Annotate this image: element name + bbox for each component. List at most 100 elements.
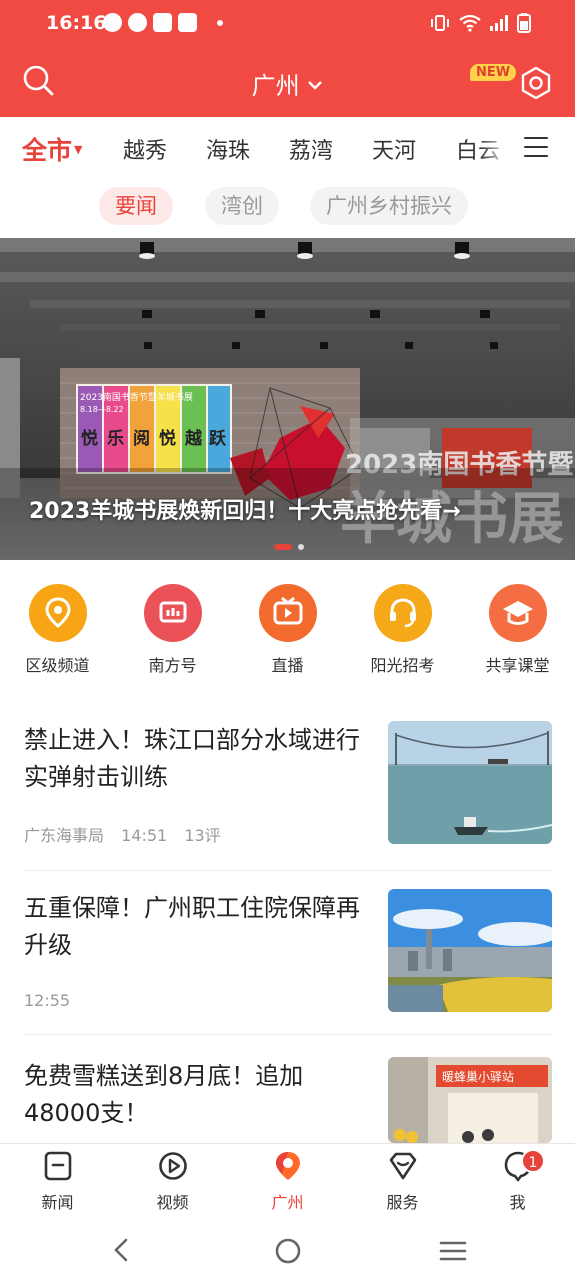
- mail-icon: [178, 13, 197, 32]
- carousel-dot-active: [274, 544, 292, 550]
- app-notice-icon: [128, 13, 147, 32]
- carousel-dots: [274, 544, 304, 550]
- mail-icon: [153, 13, 172, 32]
- news-item[interactable]: 禁止进入！珠江口部分水域进行实弹射击训练 广东海事局 14:51 13评: [24, 700, 552, 866]
- home-icon[interactable]: [274, 1237, 302, 1265]
- caret-down-icon: ▼: [74, 143, 83, 156]
- chart-card-icon: [143, 584, 202, 642]
- nav-label: 服务: [386, 1193, 419, 1212]
- tab-tianhe[interactable]: 天河: [372, 133, 416, 165]
- news-thumbnail: [388, 721, 552, 844]
- banner-caption: 2023羊城书展焕新回归！十大亮点抢先看→: [29, 499, 461, 524]
- entry-district-channel[interactable]: 区级频道: [0, 584, 115, 676]
- divider: [24, 1034, 552, 1035]
- recents-icon[interactable]: [439, 1240, 467, 1262]
- headline-banner[interactable]: 2023南国书香节暨 羊城书展 2023南国书香节暨羊城书展 8.18—8.22…: [0, 238, 575, 560]
- message-icon: [103, 13, 122, 32]
- poster-slogan-char: 跃: [209, 429, 227, 449]
- tab-haizhu[interactable]: 海珠: [206, 133, 250, 165]
- nav-label: 我: [509, 1193, 526, 1212]
- entry-sunshine-exam[interactable]: 阳光招考: [345, 584, 460, 676]
- entry-shared-classroom[interactable]: 共享课堂: [460, 584, 575, 676]
- quick-entries: 区级频道 南方号 直播 阳光招考 共享课堂: [0, 584, 575, 684]
- subtag-rural-revitalization[interactable]: 广州乡村振兴: [310, 187, 468, 225]
- news-item[interactable]: 五重保障！广州职工住院保障再升级 12:55: [24, 868, 552, 1034]
- poster-slogan-char: 乐: [107, 429, 124, 449]
- nav-services[interactable]: 服务: [345, 1150, 460, 1213]
- poster-slogan-char: 越: [184, 428, 203, 449]
- shop-sign-text: 暖蜂巢小驿站: [442, 1070, 514, 1084]
- system-nav: [0, 1213, 575, 1280]
- chevron-down-icon: [308, 81, 323, 90]
- system-icons: [429, 13, 531, 33]
- location-pin-icon: [28, 584, 87, 642]
- nav-label: 广州: [271, 1193, 304, 1212]
- new-badge: NEW: [470, 64, 517, 81]
- city-selector-button[interactable]: 广州: [252, 72, 324, 100]
- bottom-nav: 新闻 视频 广州 服务 我: [0, 1143, 575, 1213]
- status-bar: 16:16: [0, 0, 575, 46]
- wifi-icon: [459, 14, 481, 32]
- services-icon: [389, 1152, 416, 1180]
- location-pin-icon: [275, 1152, 300, 1180]
- vibrate-icon: [431, 15, 449, 31]
- poster-slogan-char: 悦: [159, 428, 176, 449]
- sub-tags: 要闻 湾创 广州乡村振兴: [0, 182, 575, 232]
- signal-icon: [490, 15, 508, 31]
- notification-badge: 1: [521, 1149, 545, 1173]
- more-dot-icon: [217, 19, 223, 26]
- carousel-dot: [298, 544, 304, 550]
- menu-icon[interactable]: [524, 137, 548, 159]
- news-meta: 12:55: [24, 991, 82, 1010]
- news-source: 广东海事局: [24, 826, 105, 845]
- entry-label: 直播: [271, 656, 304, 675]
- poster-dates: 8.18—8.22: [80, 405, 124, 414]
- tab-all-city[interactable]: 全市 ▼: [22, 131, 82, 167]
- tab-label: 全市: [22, 136, 73, 165]
- settings-hexagon-icon[interactable]: [519, 66, 553, 100]
- nav-video[interactable]: 视频: [115, 1150, 230, 1213]
- poster-title: 2023南国书香节暨羊城书展: [80, 391, 193, 403]
- news-thumbnail: 暖蜂巢小驿站: [388, 1057, 552, 1143]
- city-name: 广州: [251, 72, 300, 100]
- tab-liwan[interactable]: 荔湾: [289, 133, 333, 165]
- news-time: 12:55: [24, 991, 71, 1010]
- nav-me[interactable]: 我: [460, 1150, 575, 1213]
- graduation-cap-icon: [488, 584, 547, 642]
- status-time: 16:16: [46, 12, 107, 34]
- news-title: 免费雪糕送到8月底！追加48000支！: [24, 1062, 304, 1127]
- subtag-headlines[interactable]: 要闻: [99, 187, 173, 225]
- nav-guangzhou[interactable]: 广州: [230, 1150, 345, 1213]
- back-icon[interactable]: [111, 1237, 131, 1263]
- notification-icons: [103, 13, 223, 32]
- news-meta: 广东海事局 14:51 13评: [24, 822, 233, 846]
- search-icon[interactable]: [22, 64, 54, 96]
- tab-yuexiu[interactable]: 越秀: [123, 133, 167, 165]
- entry-label: 区级频道: [25, 656, 90, 675]
- district-tabs: 全市 ▼ 越秀 海珠 荔湾 天河 白云: [0, 117, 575, 179]
- poster-slogan-char: 悦: [81, 428, 98, 449]
- news-title: 禁止进入！珠江口部分水域进行实弹射击训练: [24, 726, 360, 791]
- news-title: 五重保障！广州职工住院保障再升级: [24, 894, 360, 959]
- entry-label: 南方号: [148, 656, 197, 675]
- tv-play-icon: [258, 584, 317, 642]
- news-thumbnail: [388, 889, 552, 1012]
- subtag-bay-innovation[interactable]: 湾创: [205, 187, 279, 225]
- nav-news[interactable]: 新闻: [0, 1150, 115, 1213]
- headset-icon: [373, 584, 432, 642]
- video-icon: [158, 1152, 187, 1180]
- poster-slogan-char: 阅: [133, 428, 150, 449]
- news-item[interactable]: 免费雪糕送到8月底！追加48000支！ 暖蜂巢小驿站: [24, 1036, 552, 1146]
- nav-label: 视频: [156, 1193, 189, 1212]
- entry-nanfang-account[interactable]: 南方号: [115, 584, 230, 676]
- app-root: 16:16 广州 NEW 全市 ▼ 越秀 海珠 荔湾 天河 白云 要闻 湾创 广…: [0, 0, 575, 1280]
- top-bar: 16:16 广州 NEW: [0, 0, 575, 117]
- battery-icon: [517, 13, 531, 33]
- entry-label: 阳光招考: [370, 656, 435, 675]
- nav-label: 新闻: [41, 1193, 74, 1212]
- news-time: 14:51: [121, 826, 168, 845]
- tabs-fade: [480, 117, 510, 179]
- news-icon: [44, 1151, 71, 1181]
- entry-live[interactable]: 直播: [230, 584, 345, 676]
- news-comments: 13评: [184, 826, 221, 845]
